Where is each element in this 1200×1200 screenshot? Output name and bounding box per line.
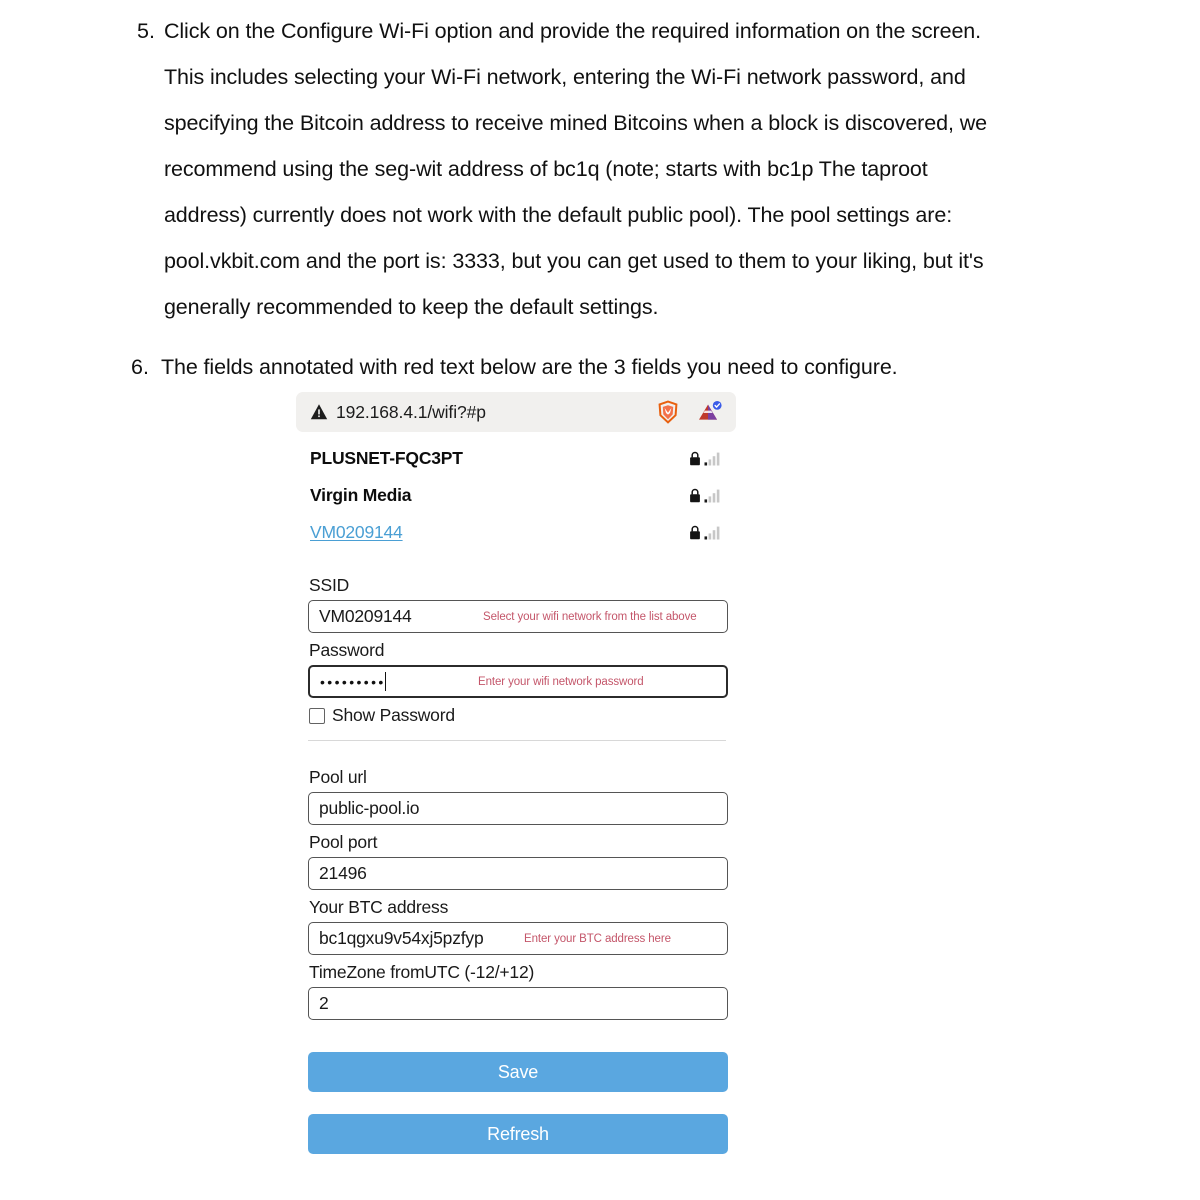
triangle-badge-icon[interactable] (698, 400, 722, 424)
btc-address-input[interactable]: bc1qgxu9v54xj5pzfyp Enter your BTC addre… (308, 922, 728, 955)
pool-url-input-value: public-pool.io (319, 798, 420, 818)
password-annotation: Enter your wifi network password (478, 675, 644, 688)
browser-url-bar[interactable]: 192.168.4.1/wifi?#p (296, 392, 736, 432)
wifi-network-status-icons (689, 488, 728, 503)
warning-triangle-icon (310, 404, 328, 420)
instruction-step-5: 5. Click on the Configure Wi-Fi option a… (0, 0, 1200, 330)
show-password-row[interactable]: Show Password (309, 705, 728, 726)
refresh-button[interactable]: Refresh (308, 1114, 728, 1154)
wifi-network-name[interactable]: Virgin Media (310, 485, 689, 506)
ssid-annotation: Select your wifi network from the list a… (483, 610, 697, 623)
step-5-number: 5. (137, 19, 155, 43)
timezone-label: TimeZone fromUTC (-12/+12) (309, 962, 535, 982)
device-config-screenshot: 192.168.4.1/wifi?#p PLUSNET-FQC3PT Virgi… (296, 392, 736, 1176)
brave-shield-icon[interactable] (656, 400, 680, 424)
lock-icon (690, 451, 700, 466)
step-6-number: 6. (131, 355, 149, 379)
btc-address-label: Your BTC address (309, 897, 449, 917)
lock-icon (690, 488, 700, 503)
password-input[interactable]: ••••••••• Enter your wifi network passwo… (308, 665, 728, 698)
wifi-network-list: PLUSNET-FQC3PT Virgin Media VM0209144 (296, 432, 736, 551)
password-label: Password (309, 640, 385, 660)
ssid-input-value: VM0209144 (319, 606, 412, 626)
wifi-network-row-selected[interactable]: VM0209144 (310, 514, 728, 551)
wifi-network-row[interactable]: Virgin Media (310, 477, 728, 514)
wifi-network-status-icons (689, 451, 728, 466)
document-body: 5. Click on the Configure Wi-Fi option a… (0, 0, 1200, 390)
signal-bars-icon (704, 452, 720, 466)
wifi-network-status-icons (689, 525, 728, 540)
wifi-config-form: SSID VM0209144 Select your wifi network … (296, 551, 736, 1020)
form-actions: Save Refresh (296, 1027, 736, 1154)
wifi-network-name[interactable]: VM0209144 (310, 522, 689, 543)
pool-url-input[interactable]: public-pool.io (308, 792, 728, 825)
text-caret (384, 672, 387, 691)
section-divider (308, 740, 726, 741)
pool-url-label: Pool url (309, 767, 367, 787)
pool-port-label: Pool port (309, 832, 378, 852)
url-text: 192.168.4.1/wifi?#p (336, 401, 486, 422)
wifi-network-name[interactable]: PLUSNET-FQC3PT (310, 448, 689, 469)
btc-address-annotation: Enter your BTC address here (524, 932, 671, 945)
ssid-input[interactable]: VM0209144 Select your wifi network from … (308, 600, 728, 633)
timezone-input-value: 2 (319, 993, 329, 1013)
lock-icon (690, 525, 700, 540)
step-6-text: The fields annotated with red text below… (160, 355, 898, 379)
browser-extension-icons (656, 400, 726, 424)
password-input-value: ••••••••• (320, 673, 386, 690)
signal-bars-icon (704, 526, 720, 540)
btc-address-input-value: bc1qgxu9v54xj5pzfyp (319, 928, 484, 948)
timezone-input[interactable]: 2 (308, 987, 728, 1020)
show-password-checkbox[interactable] (309, 707, 325, 724)
instruction-step-6: 6. The fields annotated with red text be… (0, 330, 1200, 390)
pool-port-input-value: 21496 (319, 863, 367, 883)
show-password-label: Show Password (332, 705, 455, 725)
step-5-text: Click on the Configure Wi-Fi option and … (163, 19, 987, 319)
signal-bars-icon (704, 489, 720, 503)
pool-port-input[interactable]: 21496 (308, 857, 728, 890)
wifi-network-row[interactable]: PLUSNET-FQC3PT (310, 440, 728, 477)
ssid-label: SSID (309, 575, 350, 595)
save-button[interactable]: Save (308, 1052, 728, 1092)
